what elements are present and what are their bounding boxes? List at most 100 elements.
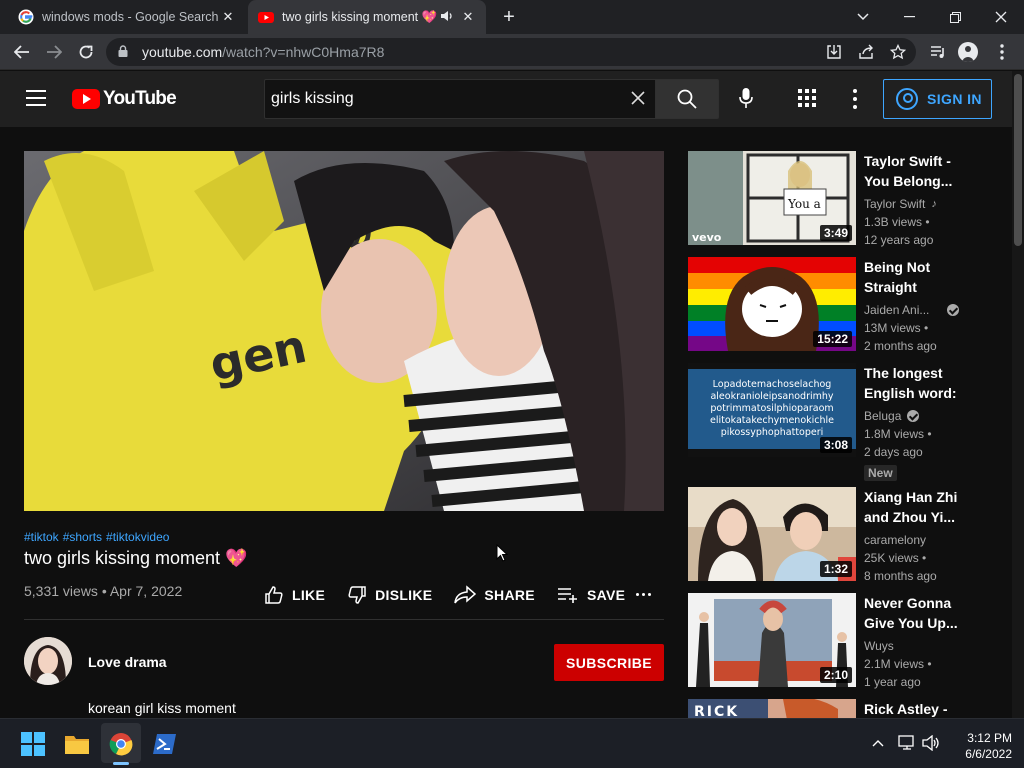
rec-title[interactable]: Being Not Straight — [864, 257, 964, 297]
rec-age: 2 months ago — [864, 339, 937, 353]
close-window-button[interactable] — [978, 0, 1024, 34]
tray-overflow-icon[interactable] — [872, 735, 884, 750]
rec-views: 1.3B views • — [864, 215, 930, 229]
sign-in-button[interactable]: SIGN IN — [883, 79, 992, 119]
tab-google-search[interactable]: windows mods - Google Search ✕ — [8, 0, 246, 34]
video-description: korean girl kiss moment — [88, 700, 236, 716]
rec-channel[interactable]: Taylor Swift ♪ — [864, 195, 964, 213]
youtube-logo[interactable]: YouTube — [72, 88, 177, 110]
apps-grid-icon[interactable] — [798, 89, 816, 107]
back-button[interactable] — [10, 40, 34, 64]
restore-button[interactable] — [932, 0, 978, 34]
settings-menu-icon[interactable] — [846, 89, 864, 109]
video-thumbnail[interactable]: 2:10 — [688, 593, 856, 687]
tab-search-icon[interactable] — [840, 0, 886, 34]
profile-icon[interactable] — [958, 42, 978, 62]
minimize-button[interactable] — [886, 0, 932, 34]
sign-in-label: SIGN IN — [927, 91, 982, 107]
clear-search-icon[interactable] — [631, 88, 645, 111]
taskbar: 3:12 PM 6/6/2022 — [0, 718, 1024, 768]
video-thumbnail[interactable]: Lopadotemachoselachog aleokranioleipsano… — [688, 363, 856, 457]
bookmark-star-icon[interactable] — [886, 40, 910, 64]
media-control-icon[interactable] — [926, 40, 950, 64]
subscribe-button[interactable]: SUBSCRIBE — [554, 644, 664, 681]
hashtag-link[interactable]: #tiktokvideo — [106, 530, 169, 544]
rec-age: 2 days ago — [864, 445, 923, 459]
like-button[interactable]: LIKE — [264, 585, 325, 605]
search-icon — [677, 89, 697, 109]
rec-title[interactable]: Never Gonna Give You Up... — [864, 593, 964, 633]
close-tab-icon[interactable]: ✕ — [220, 9, 236, 25]
dislike-button[interactable]: DISLIKE — [347, 585, 432, 605]
share-button[interactable]: SHARE — [454, 585, 535, 605]
video-thumbnail[interactable]: 1:32 — [688, 487, 856, 581]
youtube-page: YouTube girls kissing SIGN IN gen #tikto… — [0, 71, 1012, 718]
system-clock[interactable]: 3:12 PM 6/6/2022 — [948, 730, 1012, 762]
rec-title[interactable]: Taylor Swift - You Belong... — [864, 151, 964, 191]
rec-title[interactable]: The longest English word: — [864, 363, 964, 403]
video-frame: gen ge — [24, 151, 664, 511]
duration-badge: 1:32 — [819, 561, 852, 577]
thumb-text-line: elitokatakechymenokichle — [710, 415, 834, 426]
search-button[interactable] — [655, 79, 719, 119]
save-button[interactable]: SAVE — [557, 586, 625, 604]
chrome-icon[interactable] — [108, 731, 134, 757]
channel-avatar[interactable] — [24, 637, 72, 685]
scrollbar-thumb[interactable] — [1014, 74, 1022, 246]
voice-search-icon[interactable] — [734, 87, 758, 111]
share-label: SHARE — [484, 587, 535, 603]
tab-youtube[interactable]: two girls kissing moment 💖 ✕ — [248, 0, 486, 34]
rec-channel-name: Beluga — [864, 409, 902, 423]
channel-name[interactable]: Love drama — [88, 654, 167, 670]
rec-channel[interactable]: Jaiden Ani... — [864, 301, 964, 319]
rec-channel-name: Wuys — [864, 639, 894, 653]
rec-title[interactable]: Xiang Han Zhi and Zhou Yi... — [864, 487, 964, 527]
rec-views: 1.8M views • — [864, 427, 932, 441]
like-label: LIKE — [292, 587, 326, 603]
reload-button[interactable] — [74, 40, 98, 64]
vevo-watermark: vevo — [692, 231, 722, 244]
search-input[interactable]: girls kissing — [264, 79, 656, 119]
file-explorer-icon[interactable] — [64, 731, 90, 757]
share-icon[interactable] — [854, 40, 878, 64]
video-thumbnail[interactable]: You a vevo 3:49 — [688, 151, 856, 245]
video-player[interactable]: gen ge — [24, 151, 664, 511]
rec-channel[interactable]: Beluga — [864, 407, 964, 425]
speaker-icon[interactable] — [440, 10, 454, 25]
lock-icon[interactable] — [118, 44, 134, 60]
browser-menu-icon[interactable] — [990, 40, 1014, 64]
network-icon[interactable] — [898, 735, 916, 754]
windows-start-icon[interactable] — [20, 731, 46, 757]
hashtag-link[interactable]: #shorts — [63, 530, 102, 544]
verified-icon — [947, 304, 960, 316]
rec-views: 13M views • — [864, 321, 929, 335]
duration-badge: 3:49 — [819, 225, 852, 241]
playlist-add-icon — [557, 588, 577, 603]
powershell-icon[interactable] — [152, 731, 178, 757]
rec-channel-name: Jaiden Ani... — [864, 303, 930, 317]
forward-button[interactable] — [42, 40, 66, 64]
volume-icon[interactable] — [922, 734, 940, 754]
video-thumbnail[interactable]: 15:22 — [688, 257, 856, 351]
rec-channel[interactable]: caramelony — [864, 531, 964, 549]
screen: { "browser": { "tabs": [ {"title": "wind… — [0, 0, 1024, 768]
thumb-text-line: aleokranioleipsanodrimhy — [710, 391, 833, 402]
hashtag-link[interactable]: #tiktok — [24, 530, 59, 544]
page-scrollbar[interactable] — [1012, 71, 1024, 718]
new-badge: New — [864, 465, 897, 481]
rec-channel[interactable]: Wuys — [864, 637, 964, 655]
video-thumbnail[interactable]: RICK — [688, 699, 856, 718]
address-bar[interactable]: youtube.com/watch?v=nhwC0Hma7R8 — [106, 38, 916, 66]
rec-age: 1 year ago — [864, 675, 921, 689]
guide-menu-icon[interactable] — [26, 90, 46, 106]
install-icon[interactable] — [822, 40, 846, 64]
new-tab-button[interactable]: + — [498, 6, 520, 28]
more-actions-icon[interactable] — [636, 593, 654, 596]
rec-age: 12 years ago — [864, 233, 934, 247]
close-tab-icon[interactable]: ✕ — [460, 9, 476, 25]
rec-title[interactable]: Rick Astley - — [864, 699, 964, 718]
google-icon — [18, 9, 34, 25]
rec-channel-name: Taylor Swift — [864, 197, 926, 211]
youtube-play-icon — [72, 89, 100, 109]
youtube-icon — [258, 12, 274, 23]
